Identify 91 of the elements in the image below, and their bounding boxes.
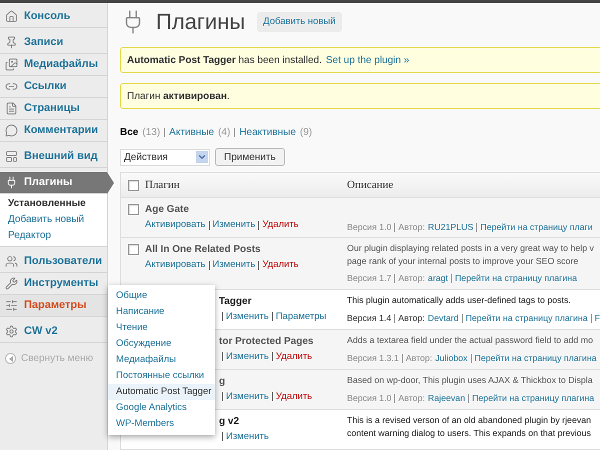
author-link[interactable]: Rajeevan xyxy=(428,392,466,406)
house-icon xyxy=(5,10,18,23)
add-new-button[interactable]: Добавить новый xyxy=(257,12,342,32)
users-icon xyxy=(5,255,18,268)
version-text: Версия 1.0 xyxy=(347,220,392,234)
setup-link[interactable]: Set up the plugin » xyxy=(326,52,410,68)
action-link[interactable]: Удалить xyxy=(262,218,299,232)
action-link[interactable]: Активировать xyxy=(145,258,206,272)
action-link[interactable]: Изменить xyxy=(212,218,256,232)
plugin-name: g xyxy=(219,374,226,389)
action-link[interactable]: Удалить xyxy=(276,390,312,404)
description-line: Our plugin displaying related posts in a very great way to help v xyxy=(347,242,595,255)
speech-bubble-icon xyxy=(5,124,18,137)
filter-link[interactable]: Неактивные xyxy=(239,125,296,140)
apply-button[interactable]: Применить xyxy=(215,148,285,166)
page-title: Плагины xyxy=(156,11,246,33)
flyout-item[interactable]: Написание xyxy=(108,304,215,320)
filter-count: (4) xyxy=(218,126,230,140)
flyout-item[interactable]: Automatic Post Tagger xyxy=(108,384,215,400)
plugin-name: tor Protected Pages xyxy=(219,334,314,349)
column-header: Описание xyxy=(346,178,394,193)
plugin-page-link[interactable]: Перейти на страницу плагина xyxy=(466,312,588,326)
checkbox[interactable] xyxy=(128,244,138,255)
author-label: Автор: xyxy=(398,220,426,234)
filter-link[interactable]: Активные xyxy=(169,125,214,140)
description-line: Based on wp-door, This plugin uses AJAX & Thickbox to Displa xyxy=(347,374,594,387)
notice-text: Automatic Post Tagger has been installed. xyxy=(127,54,322,68)
images-icon xyxy=(5,58,18,71)
action-link[interactable]: Изменить xyxy=(226,430,269,444)
menu-item[interactable]: Плагины xyxy=(0,172,107,194)
pin-icon xyxy=(5,36,18,49)
author-link[interactable]: Devtard xyxy=(428,312,459,326)
notice-text: Плагин активирован. xyxy=(127,90,230,104)
action-link[interactable]: Изменить xyxy=(212,258,256,272)
flyout-item[interactable]: WP-Members xyxy=(108,416,215,432)
action-link[interactable]: Активировать xyxy=(145,218,206,232)
action-link[interactable]: Изменить xyxy=(226,310,269,324)
description-line: This plugin automatically adds user-defined tags to posts. xyxy=(346,294,572,307)
checkbox[interactable] xyxy=(128,204,138,215)
bulk-actions-select[interactable]: Действия xyxy=(120,148,210,166)
flyout-item[interactable]: Google Analytics xyxy=(108,400,215,416)
description-line: content warning dialog to users. This expands on that previous xyxy=(347,426,592,440)
version-text: Версия 1.3.1 xyxy=(347,352,399,366)
author-label: Автор: xyxy=(406,352,434,366)
tools-icon xyxy=(5,277,18,290)
layout-icon xyxy=(5,150,18,163)
filter-link[interactable]: Все xyxy=(120,125,138,140)
author-link[interactable]: aragt xyxy=(428,272,448,286)
plugin-page-link[interactable]: F xyxy=(594,312,600,326)
version-text: Версия 1.7 xyxy=(347,272,392,286)
author-link[interactable]: Juliobox xyxy=(435,352,468,366)
author-label: Автор: xyxy=(398,272,426,286)
submenu-item[interactable]: Установленные xyxy=(0,196,107,212)
menu-item[interactable]: Параметры xyxy=(0,295,107,317)
description-line: This is a revised verson of an old abandoned plugin by rjeevan xyxy=(347,414,592,427)
flyout-item[interactable]: Чтение xyxy=(108,320,215,336)
author-label: Автор: xyxy=(398,312,426,326)
action-link[interactable]: Удалить xyxy=(262,258,299,272)
plugin-name: All In One Related Posts xyxy=(145,243,262,257)
column-header: Плагин xyxy=(145,178,181,193)
author-label: Автор: xyxy=(398,392,426,406)
settings-icon xyxy=(5,325,18,338)
action-link[interactable]: Изменить xyxy=(226,350,269,364)
submenu-item[interactable]: Редактор xyxy=(0,228,107,244)
checkbox[interactable] xyxy=(128,180,138,190)
description-line: Adds a textarea field under the actual password field to add mo xyxy=(347,334,594,347)
flyout-item[interactable]: Обсуждение xyxy=(108,336,215,352)
plugin-page-link[interactable]: Перейти на страницу плагина xyxy=(454,272,578,286)
page-icon xyxy=(5,102,18,115)
flyout-item[interactable]: Постоянные ссылки xyxy=(108,368,215,384)
action-link[interactable]: Параметры xyxy=(276,310,326,324)
flyout-item[interactable]: Медиафайлы xyxy=(108,352,215,368)
filter-count: (9) xyxy=(300,126,312,140)
filter-count: (13) xyxy=(142,126,160,140)
plugin-name: Age Gate xyxy=(145,203,190,217)
action-link[interactable]: Изменить xyxy=(226,390,269,404)
plugin-page-link[interactable]: Перейти на страницу плаги xyxy=(480,220,593,234)
description-line: page rank of your internal posts to improve your SEO score xyxy=(347,255,580,268)
flyout-item[interactable]: Общие xyxy=(108,288,215,304)
collapse-icon[interactable] xyxy=(5,353,16,364)
author-link[interactable]: RU21PLUS xyxy=(428,220,474,234)
submenu-item[interactable]: Добавить новый xyxy=(0,212,107,228)
plugin-page-link[interactable]: Перейти на страницу плагина xyxy=(472,392,594,406)
plugin-name: Tagger xyxy=(218,294,252,309)
version-text: Версия 1.0 xyxy=(347,392,392,406)
plugin-page-link[interactable]: Перейти на страницу плагина xyxy=(474,352,597,366)
version-text: Версия 1.4 xyxy=(346,312,392,326)
sliders-icon xyxy=(5,299,18,312)
action-link[interactable]: Удалить xyxy=(276,350,312,364)
plug-icon xyxy=(5,176,18,189)
plugin-name: g v2 xyxy=(219,414,240,429)
